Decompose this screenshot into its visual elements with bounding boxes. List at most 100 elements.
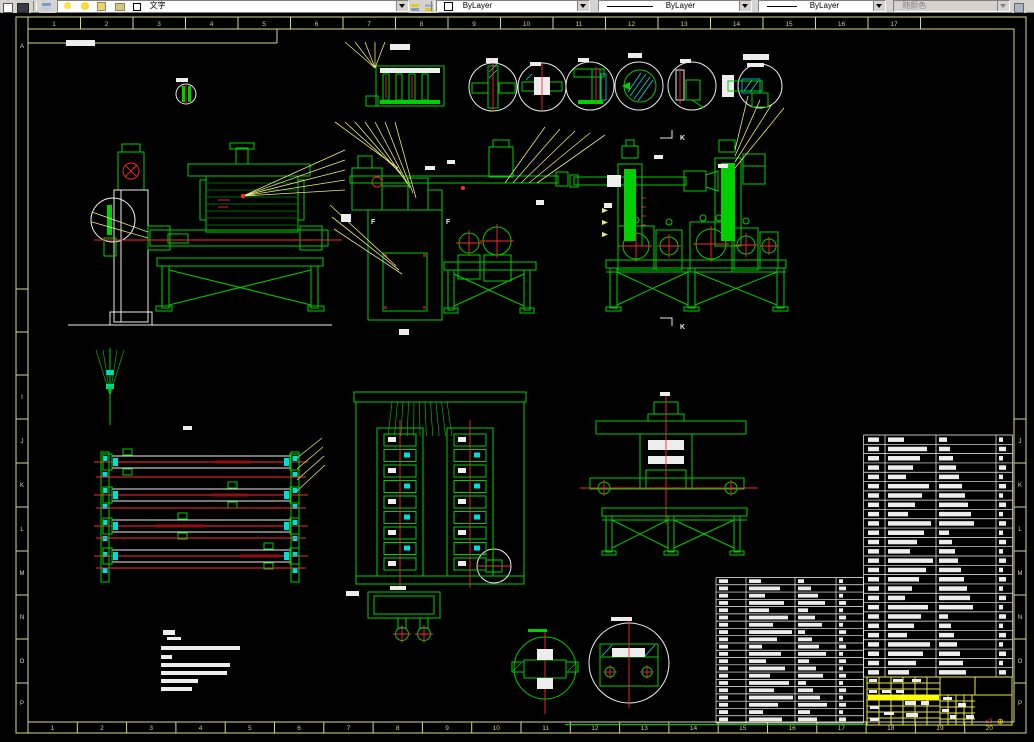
svg-text:13: 13 xyxy=(641,725,649,732)
svg-text:O: O xyxy=(1018,659,1023,665)
svg-text:10: 10 xyxy=(523,21,531,28)
plotstyle-value: 随颜色 xyxy=(902,1,926,10)
svg-text:17: 17 xyxy=(838,725,846,732)
svg-text:K: K xyxy=(20,483,24,489)
linetype-combo[interactable]: ByLayer xyxy=(598,0,752,12)
svg-text:P: P xyxy=(1018,701,1022,707)
svg-text:6: 6 xyxy=(297,725,301,732)
svg-text:3: 3 xyxy=(157,21,161,28)
svg-text:J: J xyxy=(1019,439,1022,445)
svg-text:L: L xyxy=(20,527,24,533)
svg-text:16: 16 xyxy=(788,725,796,732)
linetype-combo-arrow[interactable] xyxy=(739,1,751,11)
lock-icon xyxy=(97,2,106,11)
layers-stack-icon[interactable] xyxy=(39,1,56,13)
svg-text:15: 15 xyxy=(785,21,793,28)
svg-text:K: K xyxy=(680,135,685,142)
view-right-machine xyxy=(570,130,788,326)
svg-text:≤3: ≤3 xyxy=(986,719,993,725)
svg-text:16: 16 xyxy=(838,21,846,28)
svg-text:F: F xyxy=(446,219,451,226)
small-labels xyxy=(66,40,769,621)
color-value: ByLayer xyxy=(463,1,492,10)
current-layer-name: 文字 xyxy=(150,1,166,10)
svg-text:⊕: ⊕ xyxy=(997,717,1004,726)
svg-text:13: 13 xyxy=(680,21,688,28)
svg-text:12: 12 xyxy=(591,725,599,732)
freeze-sun-icon xyxy=(81,2,89,10)
svg-text:14: 14 xyxy=(733,21,741,28)
svg-text:N: N xyxy=(20,615,24,621)
svg-text:1: 1 xyxy=(51,725,55,732)
bylayer-color-swatch-icon xyxy=(444,2,453,11)
layer-manager-icon[interactable] xyxy=(1,1,15,13)
svg-text:M: M xyxy=(1018,571,1023,577)
layer-states-icon[interactable] xyxy=(15,1,31,13)
plotstyle-combo-arrow xyxy=(997,1,1009,11)
plot-icon xyxy=(115,3,125,11)
svg-text:N: N xyxy=(1018,615,1022,621)
svg-text:9: 9 xyxy=(472,21,476,28)
svg-text:11: 11 xyxy=(542,725,549,732)
lineweight-value: ByLayer xyxy=(810,1,839,10)
svg-text:J: J xyxy=(21,439,24,445)
svg-text:2: 2 xyxy=(105,21,109,28)
linetype-sample-icon xyxy=(607,6,653,7)
color-swatch-icon xyxy=(133,3,141,11)
layers-properties-toolbar: 文字 ByLayer ByLayer ByLayer 随颜色 xyxy=(0,0,1034,13)
technical-notes xyxy=(161,630,240,691)
view-center-machine xyxy=(350,140,568,320)
detail-circle-right xyxy=(589,620,669,708)
lineweight-combo-arrow[interactable] xyxy=(873,1,885,11)
svg-text:8: 8 xyxy=(420,21,424,28)
svg-text:5: 5 xyxy=(262,21,266,28)
svg-text:M: M xyxy=(20,571,25,577)
toolbar-edge-icon xyxy=(1012,1,1026,13)
color-combo[interactable]: ByLayer xyxy=(436,0,590,12)
view-top-details xyxy=(176,62,782,112)
svg-text:L: L xyxy=(1018,527,1022,533)
svg-text:18: 18 xyxy=(887,725,895,732)
bulb-on-icon xyxy=(64,2,71,9)
svg-text:I: I xyxy=(21,395,23,401)
svg-text:19: 19 xyxy=(936,725,944,732)
svg-text:K: K xyxy=(1018,483,1022,489)
svg-text:5: 5 xyxy=(248,725,252,732)
svg-text:9: 9 xyxy=(445,725,449,732)
svg-text:7: 7 xyxy=(367,21,371,28)
svg-text:6: 6 xyxy=(315,21,319,28)
view-right-bottom xyxy=(580,396,758,555)
svg-text:2: 2 xyxy=(100,725,104,732)
svg-text:17: 17 xyxy=(890,21,898,28)
svg-text:7: 7 xyxy=(347,725,351,732)
svg-text:O: O xyxy=(20,659,25,665)
svg-text:20: 20 xyxy=(986,725,994,732)
detail-circle-left xyxy=(512,629,578,714)
svg-text:1: 1 xyxy=(52,21,56,28)
title-block: ≤3 ⊕ xyxy=(867,677,1012,726)
lineweight-combo[interactable]: ByLayer xyxy=(758,0,886,12)
svg-text:12: 12 xyxy=(628,21,636,28)
svg-text:F: F xyxy=(371,219,376,226)
color-combo-arrow[interactable] xyxy=(577,1,589,11)
svg-text:11: 11 xyxy=(576,21,583,28)
drawing-canvas[interactable]: 1234567891011121314151617123456789101112… xyxy=(0,12,1034,737)
layer-combo[interactable]: 文字 xyxy=(57,0,409,12)
svg-text:15: 15 xyxy=(739,725,747,732)
linetype-value: ByLayer xyxy=(666,1,695,10)
svg-text:K: K xyxy=(680,324,685,331)
toolbar-separator xyxy=(33,1,37,11)
make-layer-current-icon[interactable] xyxy=(409,1,424,13)
lineweight-sample-icon xyxy=(767,6,797,7)
svg-text:A: A xyxy=(20,44,24,50)
cad-drawing: 1234567891011121314151617123456789101112… xyxy=(0,12,1034,737)
view-roller-plan xyxy=(94,449,308,582)
svg-text:14: 14 xyxy=(690,725,698,732)
svg-text:4: 4 xyxy=(199,725,203,732)
svg-text:8: 8 xyxy=(396,725,400,732)
svg-text:10: 10 xyxy=(493,725,501,732)
svg-text:4: 4 xyxy=(210,21,214,28)
layer-combo-arrow[interactable] xyxy=(396,1,408,11)
plotstyle-combo: 随颜色 xyxy=(893,0,1010,12)
svg-text:3: 3 xyxy=(149,725,153,732)
